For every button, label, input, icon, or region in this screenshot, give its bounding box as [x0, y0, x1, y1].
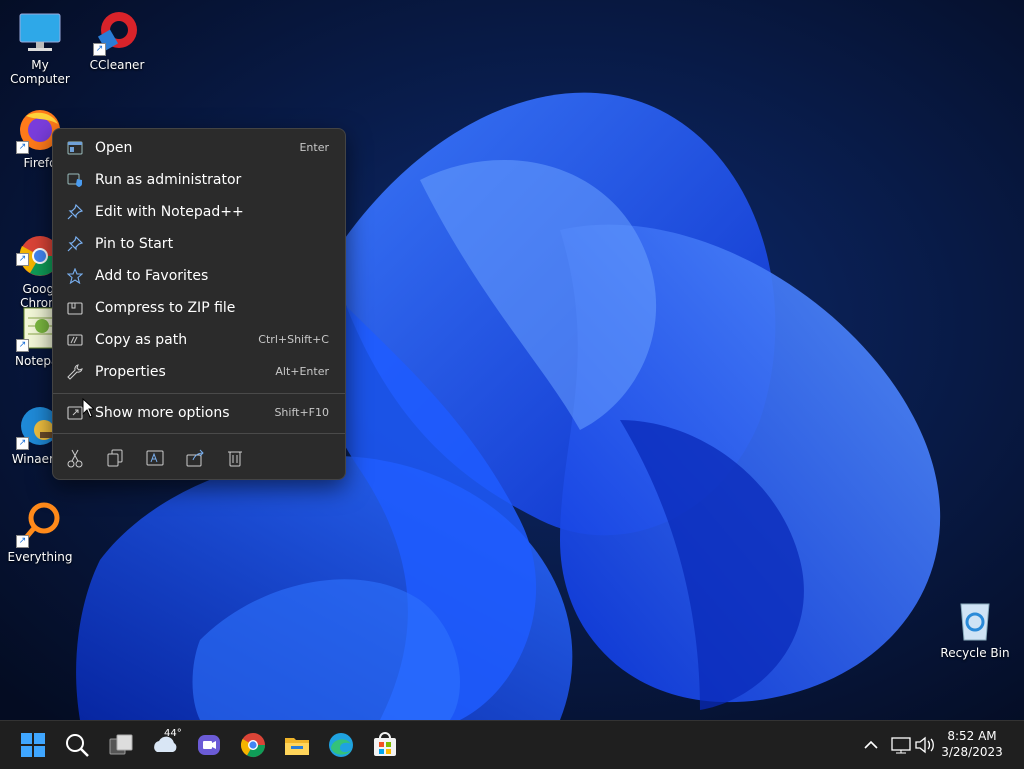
menu-item-show-more-options[interactable]: Show more options Shift+F10 [57, 398, 341, 428]
menu-item-copy-as-path[interactable]: Copy as path Ctrl+Shift+C [57, 325, 341, 355]
desktop-icon-label: CCleaner [89, 58, 145, 72]
desktop-icon-recycle-bin[interactable]: Recycle Bin [935, 596, 1015, 660]
chat-button[interactable] [194, 730, 224, 760]
menu-item-pin-to-start[interactable]: Pin to Start [57, 229, 341, 259]
context-menu: Open Enter Run as administrator Edit wit… [52, 128, 346, 480]
copy-icon [103, 449, 127, 473]
menu-separator [53, 433, 345, 434]
share-button[interactable] [183, 447, 207, 469]
copy-button[interactable] [103, 447, 127, 469]
menu-item-open[interactable]: Open Enter [57, 133, 341, 163]
wrench-icon [67, 364, 83, 380]
store-button[interactable] [370, 730, 400, 760]
ccleaner-icon: ↗ [93, 8, 141, 56]
cut-button[interactable] [63, 447, 87, 469]
open-icon [67, 140, 83, 156]
menu-item-run-as-administrator[interactable]: Run as administrator [57, 165, 341, 195]
cut-icon [63, 449, 87, 473]
desktop-icon-everything[interactable]: ↗ Everything [0, 500, 80, 564]
path-icon [67, 332, 83, 348]
delete-icon [223, 451, 247, 473]
rename-button[interactable] [143, 447, 167, 469]
star-icon [66, 267, 84, 285]
recycle-bin-icon [951, 596, 999, 644]
weather-icon [150, 736, 180, 764]
desktop-icon-label: Everything [7, 550, 73, 564]
task-view-icon [106, 734, 136, 764]
shortcut-arrow-icon: ↗ [16, 253, 29, 266]
pin-icon [67, 203, 84, 220]
monitor-icon [16, 8, 64, 56]
volume-button[interactable] [910, 730, 940, 760]
search-button[interactable] [62, 730, 92, 760]
edge-icon [326, 733, 356, 764]
clock-date[interactable]: 3/28/2023 [940, 745, 1004, 760]
show-hidden-icons-button[interactable] [856, 730, 886, 760]
chevron-up-icon [856, 740, 886, 764]
menu-item-properties[interactable]: Properties Alt+Enter [57, 357, 341, 387]
chat-icon [194, 735, 224, 764]
rename-icon [143, 450, 167, 473]
menu-item-edit-with-notepad[interactable]: Edit with Notepad++ [57, 197, 341, 227]
chrome-icon [238, 733, 268, 764]
search-icon [62, 734, 92, 764]
menu-separator [53, 393, 345, 394]
file-explorer-button[interactable] [282, 730, 312, 760]
pin-icon [67, 235, 84, 252]
file-explorer-icon [282, 738, 312, 764]
desktop-icon-my-computer[interactable]: My Computer [0, 8, 80, 86]
taskbar: 44° 8:52 AM 3/28/2023 [0, 720, 1024, 769]
clock-time[interactable]: 8:52 AM [940, 729, 1004, 744]
mouse-cursor-icon [82, 398, 94, 418]
shortcut-arrow-icon: ↗ [16, 535, 29, 548]
magnifier-icon: ↗ [16, 500, 64, 548]
shortcut-arrow-icon: ↗ [16, 339, 29, 352]
menu-item-compress-to-zip[interactable]: Compress to ZIP file [57, 293, 341, 323]
shortcut-arrow-icon: ↗ [16, 437, 29, 450]
desktop-icon-label: My Computer [10, 58, 70, 86]
edge-button[interactable] [326, 730, 356, 760]
shortcut-arrow-icon: ↗ [16, 141, 29, 154]
store-icon [370, 732, 400, 764]
task-view-button[interactable] [106, 730, 136, 760]
weather-temperature: 44° [164, 728, 182, 739]
shortcut-arrow-icon: ↗ [93, 43, 106, 56]
shield-icon [67, 172, 83, 188]
more-options-icon [67, 405, 83, 421]
chrome-taskbar-button[interactable] [238, 730, 268, 760]
start-button[interactable] [18, 730, 48, 760]
desktop-icon-ccleaner[interactable]: ↗ CCleaner [77, 8, 157, 72]
zip-icon [67, 300, 83, 316]
volume-icon [910, 736, 940, 764]
start-icon [18, 733, 48, 764]
delete-button[interactable] [223, 447, 247, 469]
desktop-icon-label: Recycle Bin [940, 646, 1010, 660]
menu-item-add-to-favorites[interactable]: Add to Favorites [57, 261, 341, 291]
share-icon [183, 449, 207, 473]
